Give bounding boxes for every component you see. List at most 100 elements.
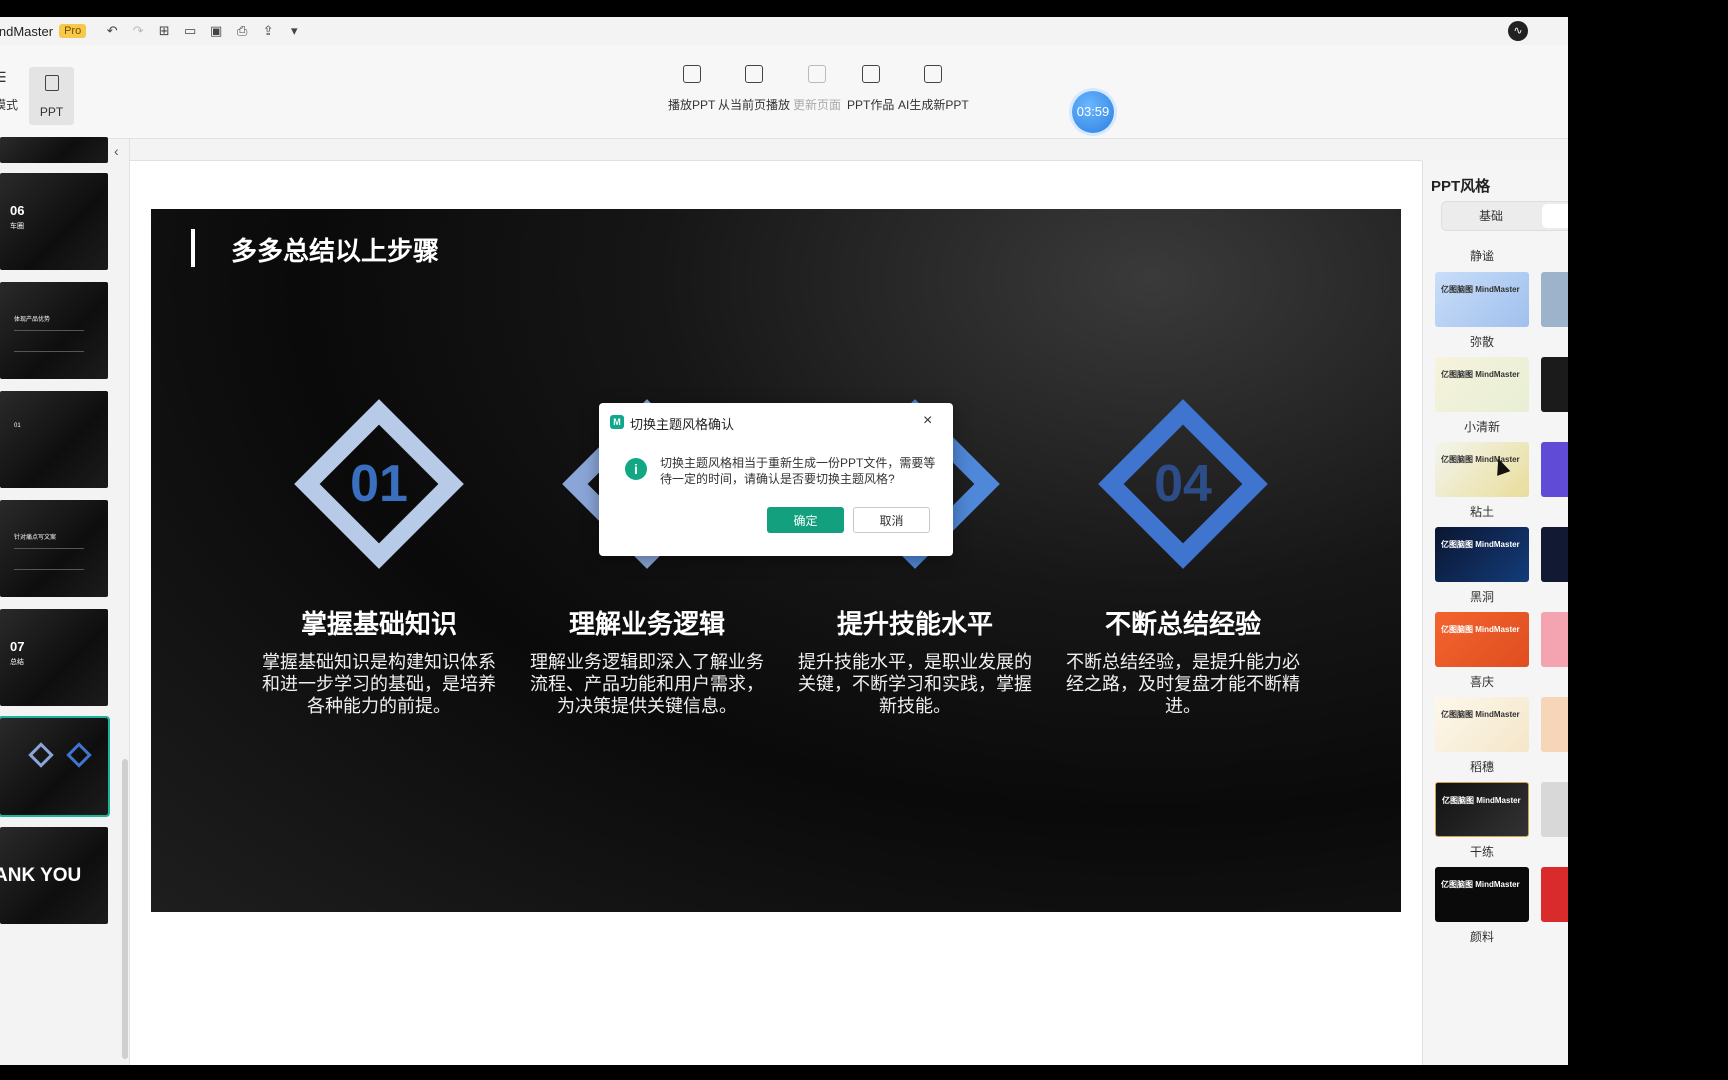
card-brand: 亿图脑图 MindMaster (1441, 880, 1520, 889)
card-brand: 亿图脑图 MindMaster (1441, 370, 1520, 379)
thumbnail-scrollbar[interactable] (122, 759, 128, 1059)
style-card-peek[interactable] (1541, 442, 1568, 497)
ppt-mode-label: PPT (39, 105, 64, 119)
close-icon[interactable]: × (923, 412, 932, 430)
step-description: 掌握基础知识是构建知识体系和进一步学习的基础，是培养各种能力的前提。 (262, 652, 496, 716)
play-ppt-label: 播放PPT (668, 98, 716, 112)
style-card-peek[interactable] (1541, 867, 1568, 922)
play-slideshow-icon (682, 65, 701, 83)
style-card-mist[interactable]: 亿图脑图 MindMaster (1435, 272, 1529, 327)
ppt-works-label: PPT作品 (847, 98, 895, 112)
style-card-peek[interactable] (1541, 697, 1568, 752)
tab-second[interactable] (1542, 204, 1568, 228)
thumb-subtitle: 总结 (10, 659, 24, 666)
cancel-button[interactable]: 取消 (853, 507, 930, 533)
update-page-label: 更新页面 (793, 98, 842, 112)
thumb-diamond (28, 742, 54, 768)
card-brand: 亿图脑图 MindMaster (1442, 796, 1521, 805)
thumb-subtitle: 车圈 (10, 223, 24, 230)
card-brand: 亿图脑图 MindMaster (1441, 625, 1520, 634)
collapse-panel-icon[interactable]: ‹ (114, 143, 119, 159)
timer-badge[interactable]: 03:59 (1072, 91, 1114, 133)
style-card-peek[interactable] (1541, 782, 1568, 837)
slide-title[interactable]: 多多总结以上步骤 (231, 231, 439, 268)
app-title: indMaster (0, 23, 54, 39)
card-brand: 亿图脑图 MindMaster (1441, 540, 1520, 549)
style-card-peek[interactable] (1541, 612, 1568, 667)
app-window: indMaster Pro ↶ ↷ ⊞ ▭ ▣ ⎙ ⇪ ▾ ∿ ☰ 模式 PPT… (0, 17, 1568, 1065)
print-icon[interactable]: ⎙ (234, 23, 250, 39)
ai-generate-ppt-button[interactable]: AI生成新PPT (898, 65, 969, 113)
new-file-icon[interactable]: ⊞ (156, 23, 172, 39)
style-tabs: 基础 (1441, 201, 1568, 231)
style-label: 弥散 (1469, 335, 1494, 349)
style-card-rice[interactable]: 亿图脑图 MindMaster (1435, 697, 1529, 752)
ppt-works-icon (861, 65, 880, 83)
style-label: 小清新 (1463, 420, 1500, 434)
step-column-1[interactable]: 01 掌握基础知识 掌握基础知识是构建知识体系和进一步学习的基础，是培养各种能力… (259, 394, 499, 717)
more-dropdown-icon[interactable]: ▾ (286, 23, 302, 39)
current-slide[interactable]: 多多总结以上步骤 01 掌握基础知识 掌握基础知识是构建知识体系和进一步学习的基… (151, 209, 1401, 912)
style-card-capable[interactable]: 亿图脑图 MindMaster (1435, 782, 1529, 837)
thumb-thanks: ANK YOU (0, 865, 82, 886)
thumb-number: 06 (10, 203, 25, 218)
style-card-fresh[interactable]: 亿图脑图 MindMaster (1435, 357, 1529, 412)
mode-label: 模式 (0, 98, 19, 112)
tab-basic[interactable]: 基础 (1442, 202, 1540, 230)
slide-thumbnail-panel: ‹ 06 车圈 体现产品优势 01 针对痛点写文案 07 总结 ANK YOU (0, 137, 130, 1065)
panel-title: PPT风格 (1431, 178, 1491, 195)
pro-badge: Pro (59, 24, 87, 38)
redo-icon[interactable]: ↷ (130, 23, 146, 39)
slide-thumbnail[interactable]: ANK YOU (0, 827, 108, 924)
style-label: 颜料 (1469, 930, 1494, 944)
save-icon[interactable]: ▣ (208, 23, 224, 39)
ai-generate-label: AI生成新PPT (898, 98, 969, 112)
step-description: 理解业务逻辑即深入了解业务流程、产品功能和用户需求，为决策提供关键信息。 (530, 652, 764, 716)
ppt-style-panel: PPT风格 基础 静谧 亿图脑图 MindMaster 弥散 亿图脑图 Mind… (1422, 161, 1568, 1065)
confirm-button[interactable]: 确定 (767, 507, 844, 533)
user-avatar-icon[interactable]: ∿ (1508, 21, 1528, 41)
step-number: 01 (350, 455, 408, 513)
update-page-icon (808, 65, 826, 83)
export-icon[interactable]: ⇪ (260, 23, 276, 39)
style-card-paint[interactable]: 亿图脑图 MindMaster (1435, 867, 1529, 922)
confirm-dialog: M 切换主题风格确认 × i 切换主题风格相当于重新生成一份PPT文件，需要等待… (599, 403, 953, 556)
play-from-current-button[interactable]: 从当前页播放 (718, 65, 790, 113)
thumb-title: 体现产品优势 (14, 317, 51, 323)
style-label: 粘土 (1469, 505, 1494, 519)
style-card-peek[interactable] (1541, 357, 1568, 412)
ppt-works-button[interactable]: PPT作品 (847, 65, 894, 113)
thumb-number-small: 01 (14, 423, 21, 429)
style-card-peek[interactable] (1541, 272, 1568, 327)
step-description: 提升技能水平，是职业发展的关键，不断学习和实践，掌握新技能。 (798, 652, 1032, 716)
thumb-text-lines (14, 548, 84, 570)
undo-icon[interactable]: ↶ (104, 23, 120, 39)
slide-thumbnail[interactable] (0, 137, 108, 163)
canvas-ruler (130, 139, 1422, 161)
mode-button[interactable]: ☰ 模式 (0, 69, 18, 113)
ribbon-toolbar: ☰ 模式 PPT 播放PPT 从当前页播放 更新页面 PPT作品 AI生成新PP… (0, 45, 1568, 139)
play-ppt-button[interactable]: 播放PPT (668, 65, 715, 113)
ppt-mode-button[interactable]: PPT (29, 67, 74, 125)
card-brand: 亿图脑图 MindMaster (1441, 285, 1520, 294)
style-card-festive[interactable]: 亿图脑图 MindMaster (1435, 612, 1529, 667)
step-description: 不断总结经验，是提升能力必经之路，及时复盘才能不断精进。 (1066, 652, 1300, 716)
slide-canvas[interactable]: 多多总结以上步骤 01 掌握基础知识 掌握基础知识是构建知识体系和进一步学习的基… (130, 161, 1422, 1065)
style-card-peek[interactable] (1541, 527, 1568, 582)
update-page-button[interactable]: 更新页面 (793, 65, 841, 113)
dialog-title: 切换主题风格确认 (630, 417, 735, 432)
style-card-clay[interactable]: 亿图脑图 MindMaster (1435, 442, 1529, 497)
style-label: 黑洞 (1469, 590, 1494, 604)
open-folder-icon[interactable]: ▭ (182, 23, 198, 39)
style-card-blackhole[interactable]: 亿图脑图 MindMaster (1435, 527, 1529, 582)
slide-thumbnail[interactable]: 07 总结 (0, 609, 108, 706)
slide-thumbnail-selected[interactable] (0, 716, 110, 817)
thumb-number: 07 (10, 639, 25, 654)
step-number: 04 (1154, 455, 1212, 513)
slide-thumbnail[interactable]: 体现产品优势 (0, 282, 108, 379)
slide-thumbnail[interactable]: 01 (0, 391, 108, 488)
step-column-4[interactable]: 04 不断总结经验 不断总结经验，是提升能力必经之路，及时复盘才能不断精进。 (1063, 394, 1303, 717)
slide-thumbnail[interactable]: 针对痛点写文案 (0, 500, 108, 597)
slide-thumbnail[interactable]: 06 车圈 (0, 173, 108, 270)
card-brand: 亿图脑图 MindMaster (1441, 710, 1520, 719)
